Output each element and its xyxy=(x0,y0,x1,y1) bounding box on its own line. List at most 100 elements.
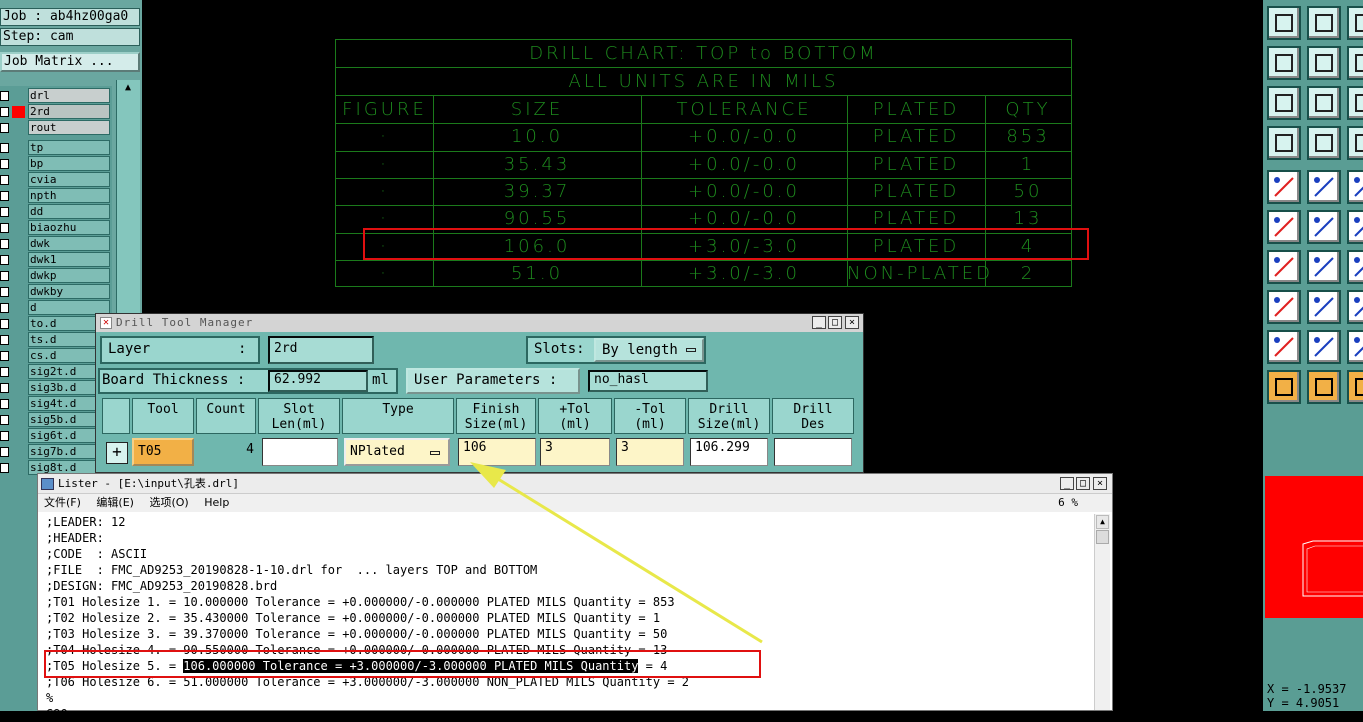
layer-row[interactable]: 2rd xyxy=(0,104,112,119)
lister-close-button[interactable]: × xyxy=(1093,477,1107,490)
edit-icon[interactable] xyxy=(1307,290,1341,324)
layer-name[interactable]: 2rd xyxy=(28,104,110,119)
type-dropdown[interactable]: NPlated xyxy=(344,438,450,466)
fill-icon[interactable] xyxy=(1347,330,1363,364)
layer-name[interactable]: dwkp xyxy=(28,268,110,283)
layer-checkbox[interactable] xyxy=(0,319,9,329)
layer-checkbox[interactable] xyxy=(0,367,9,377)
redo-icon[interactable] xyxy=(1347,46,1363,80)
layer-input[interactable]: 2rd xyxy=(268,336,374,364)
snap-icon[interactable] xyxy=(1347,126,1363,160)
zoom-out-icon[interactable] xyxy=(1307,46,1341,80)
layer-checkbox[interactable] xyxy=(0,271,9,281)
layer-checkbox[interactable] xyxy=(0,123,9,133)
minimize-button[interactable]: _ xyxy=(812,316,826,329)
save-icon[interactable] xyxy=(1307,6,1341,40)
undo-icon[interactable] xyxy=(1347,6,1363,40)
tools-icon[interactable] xyxy=(1267,126,1301,160)
layer-name[interactable]: tp xyxy=(28,140,110,155)
layer-checkbox[interactable] xyxy=(0,143,9,153)
clock-icon[interactable] xyxy=(1347,370,1363,404)
maximize-button[interactable]: □ xyxy=(828,316,842,329)
layer-row[interactable]: bp xyxy=(0,156,112,171)
layer-checkbox[interactable] xyxy=(0,415,9,425)
layer-name[interactable]: biaozhu xyxy=(28,220,110,235)
layer-checkbox[interactable] xyxy=(0,91,9,101)
menu-options[interactable]: 选项(O) xyxy=(149,496,188,509)
pointer-box-icon[interactable] xyxy=(1307,370,1341,404)
slot-len-input[interactable] xyxy=(262,438,338,466)
layer-name[interactable]: rout xyxy=(28,120,110,135)
job-matrix-button[interactable]: Job Matrix ... xyxy=(0,52,140,72)
measure-icon[interactable] xyxy=(1347,170,1363,204)
layer-checkbox[interactable] xyxy=(0,383,9,393)
layer-name[interactable]: npth xyxy=(28,188,110,203)
copy-icon[interactable] xyxy=(1267,290,1301,324)
layer-row[interactable]: drl xyxy=(0,88,112,103)
layer-row[interactable]: dwk xyxy=(0,236,112,251)
layer-checkbox[interactable] xyxy=(0,335,9,345)
layer-checkbox[interactable] xyxy=(0,303,9,313)
layer-row[interactable]: dd xyxy=(0,204,112,219)
layer-checkbox[interactable] xyxy=(0,399,9,409)
delete-icon[interactable] xyxy=(1307,210,1341,244)
layer-row[interactable]: dwkp xyxy=(0,268,112,283)
board-thickness-input[interactable]: 62.992 xyxy=(268,370,368,392)
user-parameters-button[interactable]: User Parameters : xyxy=(406,368,580,394)
layer-name[interactable]: dwk1 xyxy=(28,252,110,267)
layer-checkbox[interactable] xyxy=(0,107,9,117)
layer-checkbox[interactable] xyxy=(0,191,9,201)
fit-icon[interactable] xyxy=(1267,86,1301,120)
one-to-one-icon[interactable] xyxy=(1347,86,1363,120)
menu-edit[interactable]: 编辑(E) xyxy=(96,496,134,509)
layer-checkbox[interactable] xyxy=(0,159,9,169)
expand-row-icon[interactable]: + xyxy=(106,442,128,464)
grid-icon[interactable] xyxy=(1307,126,1341,160)
layer-row[interactable]: biaozhu xyxy=(0,220,112,235)
layer-checkbox[interactable] xyxy=(0,207,9,217)
zoom-in-icon[interactable] xyxy=(1267,46,1301,80)
layer-row[interactable]: dwkby xyxy=(0,284,112,299)
center-icon[interactable] xyxy=(1307,86,1341,120)
drill-des-input[interactable] xyxy=(774,438,852,466)
scroll-up-icon[interactable]: ▲ xyxy=(121,82,135,94)
pointer-icon[interactable] xyxy=(1267,370,1301,404)
lister-scrollbar[interactable]: ▲ xyxy=(1094,514,1110,710)
layer-name[interactable]: dd xyxy=(28,204,110,219)
layer-checkbox[interactable] xyxy=(0,463,9,473)
layer-checkbox[interactable] xyxy=(0,447,9,457)
surface-icon[interactable] xyxy=(1307,330,1341,364)
layer-row[interactable]: tp xyxy=(0,140,112,155)
menu-help[interactable]: Help xyxy=(204,496,229,509)
layer-checkbox[interactable] xyxy=(0,287,9,297)
layer-row[interactable]: rout xyxy=(0,120,112,135)
mirror-icon[interactable] xyxy=(1347,290,1363,324)
layer-row[interactable]: cvia xyxy=(0,172,112,187)
arc-icon[interactable] xyxy=(1307,250,1341,284)
tool-cell[interactable]: T05 xyxy=(132,438,194,466)
layer-name[interactable]: drl xyxy=(28,88,110,103)
menu-file[interactable]: 文件(F) xyxy=(44,496,81,509)
layer-name[interactable]: dwk xyxy=(28,236,110,251)
layer-checkbox[interactable] xyxy=(0,351,9,361)
layer-checkbox[interactable] xyxy=(0,431,9,441)
slots-dropdown[interactable]: By length xyxy=(594,338,704,362)
lister-minimize-button[interactable]: _ xyxy=(1060,477,1074,490)
layer-checkbox[interactable] xyxy=(0,175,9,185)
scroll-thumb[interactable] xyxy=(1096,530,1109,544)
open-icon[interactable] xyxy=(1267,6,1301,40)
layer-checkbox[interactable] xyxy=(0,223,9,233)
polygon-icon[interactable] xyxy=(1267,330,1301,364)
layer-name[interactable]: bp xyxy=(28,156,110,171)
layer-name[interactable]: cvia xyxy=(28,172,110,187)
close-button[interactable]: × xyxy=(845,316,859,329)
connect-icon[interactable] xyxy=(1267,210,1301,244)
pad-icon[interactable] xyxy=(1347,210,1363,244)
move-icon[interactable] xyxy=(1347,250,1363,284)
lister-maximize-button[interactable]: □ xyxy=(1076,477,1090,490)
layer-row[interactable]: dwk1 xyxy=(0,252,112,267)
select-icon[interactable] xyxy=(1267,170,1301,204)
scroll-up-icon[interactable]: ▲ xyxy=(1096,515,1109,529)
user-parameters-input[interactable]: no_hasl xyxy=(588,370,708,392)
feature-icon[interactable] xyxy=(1307,170,1341,204)
